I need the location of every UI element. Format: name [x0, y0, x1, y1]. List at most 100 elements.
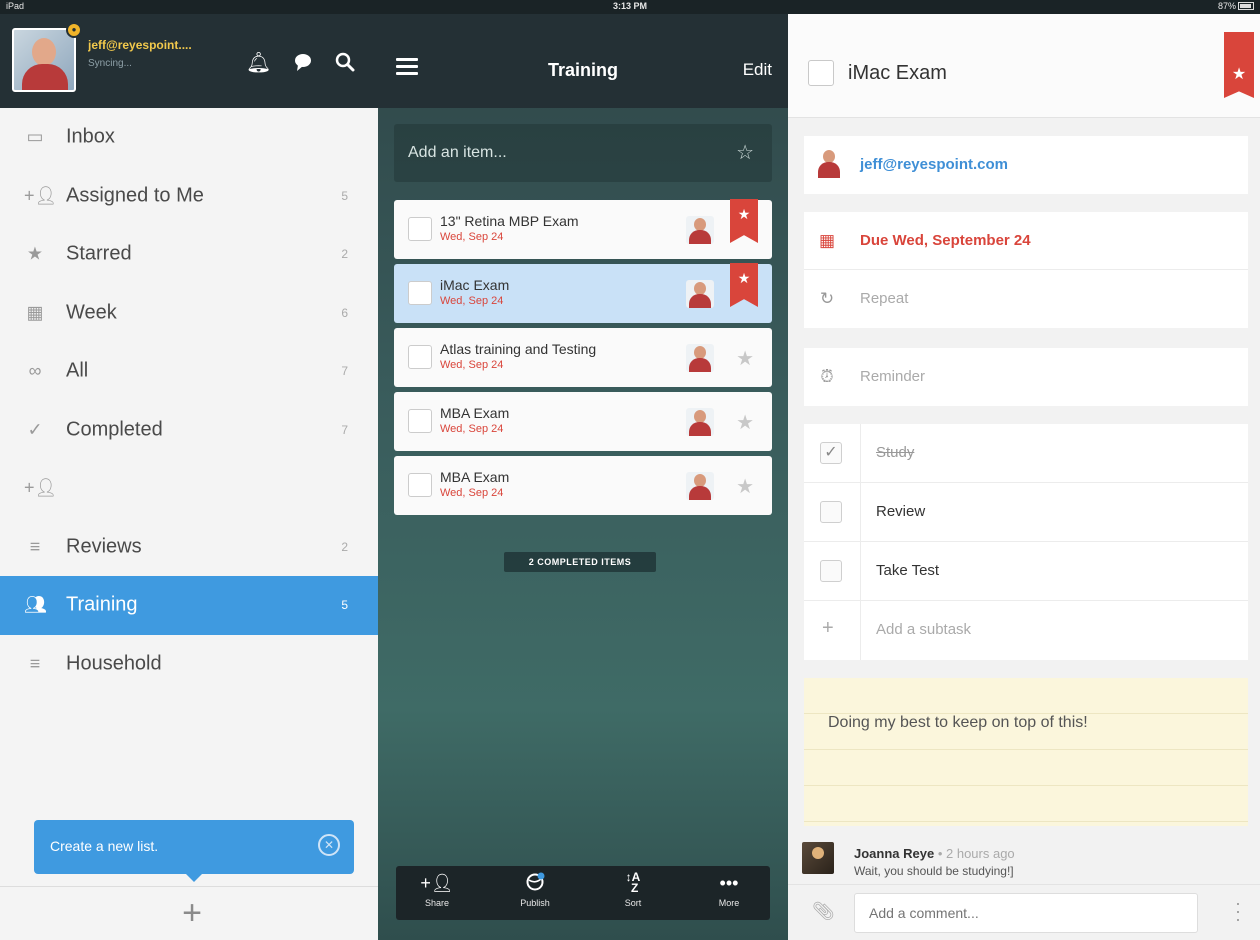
subtask-label: Review	[876, 503, 926, 520]
edit-button[interactable]: Edit	[743, 60, 772, 80]
completed-items-button[interactable]: 2 COMPLETED ITEMS	[504, 552, 656, 572]
due-date-row[interactable]: ▦ Due Wed, September 24	[804, 212, 1248, 270]
sidebar-item-week[interactable]: ▦ Week 6	[0, 284, 378, 343]
subtask-row[interactable]: Take Test	[804, 542, 1248, 601]
create-list-tooltip[interactable]: Create a new list. ✕	[34, 820, 354, 882]
reminder-card: ⏰︎ Reminder	[804, 348, 1248, 406]
sidebar-item-label: Starred	[66, 242, 132, 265]
subtask-checkbox[interactable]	[820, 560, 842, 582]
task-title: Atlas training and Testing	[440, 341, 597, 357]
task-row[interactable]: 13" Retina MBP Exam Wed, Sep 24 ★	[394, 199, 772, 259]
task-title: iMac Exam	[440, 277, 510, 293]
search-icon[interactable]	[334, 52, 356, 74]
more-button[interactable]: ••• More	[694, 872, 764, 908]
star-icon[interactable]: ★	[736, 474, 754, 499]
sidebar-item-count: 2	[341, 247, 348, 262]
sidebar-item-count: 5	[341, 188, 348, 203]
subtask-row[interactable]: Review	[804, 483, 1248, 542]
add-item-input[interactable]: Add an item... ☆	[394, 124, 772, 182]
assignee-avatar	[686, 280, 714, 308]
task-checkbox[interactable]	[408, 473, 432, 497]
task-checkbox[interactable]	[408, 345, 432, 369]
task-checkbox[interactable]	[408, 281, 432, 305]
user-name[interactable]: jeff@reyespoint....	[88, 38, 228, 52]
starred-ribbon-icon[interactable]: ★	[1224, 32, 1254, 98]
repeat-row[interactable]: ↻ Repeat	[804, 270, 1248, 328]
sidebar-item-completed[interactable]: ✓ Completed 7	[0, 401, 378, 460]
share-button[interactable]: +👤︎ Share	[402, 872, 472, 908]
toolbar-label: Share	[424, 898, 450, 908]
comment-author: Joanna Reye	[854, 846, 935, 861]
sidebar-item-label: Completed	[66, 418, 163, 441]
task-row[interactable]: MBA Exam Wed, Sep 24 ★	[394, 456, 772, 515]
subtasks-card: ✓ Study Review Take Test + Add a subtask	[804, 424, 1248, 660]
list-header: Training Edit	[378, 14, 788, 108]
task-title: MBA Exam	[440, 405, 510, 421]
sidebar-item-starred[interactable]: ★ Starred 2	[0, 225, 378, 284]
task-detail-panel: iMac Exam ★ jeff@reyespoint.com ▦ Due We…	[788, 14, 1260, 940]
tooltip-text: Create a new list.	[50, 838, 159, 854]
avatar[interactable]	[12, 28, 76, 92]
star-outline-icon[interactable]: ☆	[736, 140, 754, 165]
add-subtask-row[interactable]: + Add a subtask	[804, 601, 1248, 660]
assignee-email: jeff@reyespoint.com	[860, 156, 1008, 173]
list-icon: ≡	[29, 653, 41, 674]
task-title: MBA Exam	[440, 469, 510, 485]
task-row[interactable]: Atlas training and Testing Wed, Sep 24 ★	[394, 328, 772, 387]
sidebar-item-household[interactable]: ≡ Household	[0, 635, 378, 694]
infinity-icon: ∞	[28, 360, 42, 381]
task-row[interactable]: iMac Exam Wed, Sep 24 ★	[394, 263, 772, 323]
task-complete-checkbox[interactable]	[808, 60, 834, 86]
close-icon[interactable]: ✕	[318, 834, 340, 856]
subtask-row[interactable]: ✓ Study	[804, 424, 1248, 483]
starred-ribbon-icon[interactable]: ★	[730, 199, 758, 243]
sidebar-item-reviews[interactable]: ≡ Reviews 2	[0, 518, 378, 577]
sidebar-item-shared-folder[interactable]: +👤︎	[0, 459, 378, 518]
toolbar-label: Publish	[520, 898, 550, 908]
star-icon[interactable]: ★	[736, 346, 754, 371]
repeat-icon: ↻	[819, 289, 835, 308]
commenter-avatar	[802, 842, 834, 874]
publish-button[interactable]: Publish	[500, 872, 570, 908]
assignee-row[interactable]: jeff@reyespoint.com	[804, 136, 1248, 194]
sidebar-item-count: 5	[341, 598, 348, 613]
reminder-row[interactable]: ⏰︎ Reminder	[804, 348, 1248, 406]
task-row[interactable]: MBA Exam Wed, Sep 24 ★	[394, 392, 772, 451]
sidebar-item-all[interactable]: ∞ All 7	[0, 342, 378, 401]
task-checkbox[interactable]	[408, 217, 432, 241]
sidebar-item-label: Week	[66, 301, 117, 324]
status-bar: iPad 3:13 PM 87%	[0, 0, 1260, 14]
due-repeat-card: ▦ Due Wed, September 24 ↻ Repeat	[804, 212, 1248, 328]
sidebar-item-count: 6	[341, 305, 348, 320]
star-icon[interactable]: ★	[736, 410, 754, 435]
add-list-button[interactable]: +	[172, 893, 212, 933]
sidebar-item-training[interactable]: 👥︎ Training 5	[0, 576, 378, 635]
battery-icon	[1238, 2, 1254, 10]
bell-icon[interactable]: 🔔︎	[246, 52, 271, 74]
subtask-checkbox[interactable]	[820, 501, 842, 523]
due-date-text: Due Wed, September 24	[860, 232, 1031, 249]
assignee-avatar	[686, 216, 714, 244]
subtask-label: Take Test	[876, 562, 940, 579]
list-toolbar: +👤︎ Share Publish ↕A Z Sort ••• More	[396, 866, 770, 920]
starred-ribbon-icon[interactable]: ★	[730, 263, 758, 307]
sidebar-item-assigned[interactable]: +👤︎ Assigned to Me 5	[0, 167, 378, 226]
clock: 3:13 PM	[612, 1, 647, 11]
task-detail-title[interactable]: iMac Exam	[848, 62, 947, 85]
note-area[interactable]: Doing my best to keep on top of this!	[804, 678, 1248, 826]
list-title: Training	[547, 60, 618, 80]
notification-badge-icon: ●	[66, 22, 82, 38]
chat-icon[interactable]	[292, 52, 314, 74]
sidebar-header: ● jeff@reyespoint.... Syncing... 🔔︎	[0, 14, 378, 108]
subtask-checkbox-checked[interactable]: ✓	[820, 442, 842, 464]
assignee-avatar	[816, 150, 842, 178]
plus-icon: +	[822, 617, 834, 639]
more-vertical-icon[interactable]: · · ·	[1228, 894, 1248, 928]
comment-input[interactable]	[854, 893, 1198, 933]
shared-list-icon: 👥︎	[24, 594, 47, 615]
paperclip-icon[interactable]: 📎︎	[812, 901, 835, 922]
sidebar-item-inbox[interactable]: ▭ Inbox	[0, 108, 378, 167]
assignee-avatar	[686, 472, 714, 500]
task-checkbox[interactable]	[408, 409, 432, 433]
sort-button[interactable]: ↕A Z Sort	[598, 871, 668, 908]
